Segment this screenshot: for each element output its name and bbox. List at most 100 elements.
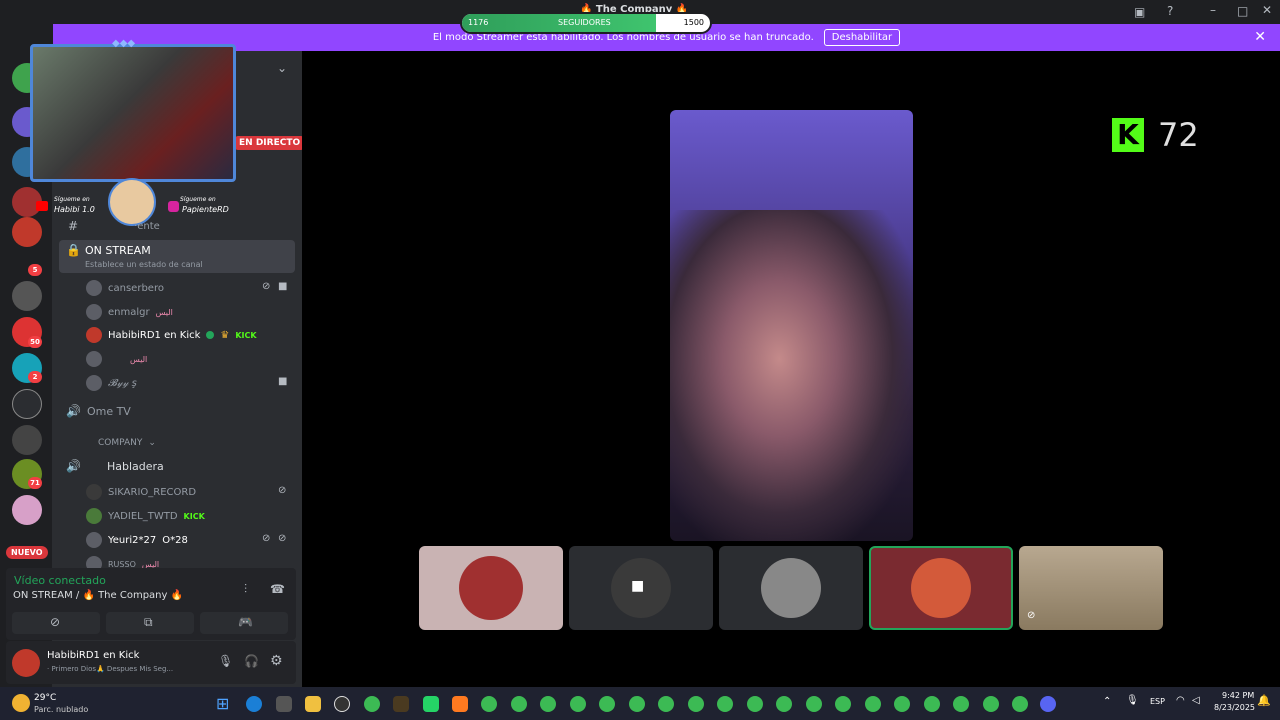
title-bar: 🔥 The Company 🔥 1176 SEGUIDORES 1500 ▣ ?… — [0, 0, 1280, 34]
voice-channel-ome-tv[interactable]: 🔊 Ome TV — [66, 404, 131, 418]
chrome-icon[interactable] — [1012, 696, 1028, 712]
member-name: YADIEL_TWTD — [108, 510, 178, 522]
chrome-icon[interactable] — [865, 696, 881, 712]
chrome-icon[interactable] — [835, 696, 851, 712]
chrome-icon[interactable] — [953, 696, 969, 712]
microphone-icon[interactable]: 🎙 — [1126, 695, 1139, 706]
chevron-up-icon[interactable]: ⌃ — [1103, 696, 1111, 707]
server-icon[interactable] — [12, 495, 42, 525]
camera-icon: ■ — [278, 376, 288, 387]
activities-button[interactable]: 🎮 — [200, 612, 288, 634]
voice-channel-habladera[interactable]: 🔊 Habladera — [66, 459, 164, 473]
camera-off-button[interactable]: ⊘ — [12, 612, 100, 634]
chrome-icon[interactable] — [658, 696, 674, 712]
online-icon — [206, 331, 215, 339]
start-icon[interactable]: ⊞ — [216, 694, 229, 713]
frame-ornament-icon: ◆◆◆ — [112, 38, 136, 49]
volume-icon[interactable]: ◁ — [1192, 695, 1200, 706]
member-item[interactable]: SIKARIO_RECORD — [86, 484, 196, 500]
avatar — [911, 558, 971, 618]
follow-label: Sígueme en — [180, 196, 216, 203]
chrome-icon[interactable] — [924, 696, 940, 712]
clock-time[interactable]: 9:42 PM — [1222, 691, 1254, 700]
avatar — [86, 484, 102, 500]
participant-tile[interactable]: ■ — [569, 546, 713, 630]
participant-tile[interactable]: ⊘ — [1019, 546, 1163, 630]
channel-status[interactable]: Establece un estado de canal — [85, 260, 203, 269]
avatar — [761, 558, 821, 618]
close-icon[interactable]: ✕ — [1262, 3, 1272, 17]
chrome-icon[interactable] — [806, 696, 822, 712]
share-screen-button[interactable]: ⧉ — [106, 612, 194, 634]
wifi-icon[interactable]: ◠ — [1176, 695, 1185, 706]
chrome-icon[interactable] — [629, 696, 645, 712]
speaker-icon: 🔊 — [66, 459, 81, 473]
file-explorer-icon[interactable] — [305, 696, 321, 712]
channel-item[interactable]: # ·ente — [68, 219, 160, 233]
weather-icon[interactable] — [12, 694, 30, 712]
category-name: COMPANY — [98, 438, 143, 448]
chrome-icon[interactable] — [364, 696, 380, 712]
chrome-icon[interactable] — [511, 696, 527, 712]
avatar[interactable] — [12, 649, 40, 677]
voice-channel-on-stream[interactable]: 🔒 ON STREAM Establece un estado de canal — [59, 240, 295, 273]
notification-icon[interactable]: 🔔 — [1257, 694, 1271, 707]
camera-off-icon: ⊘ — [50, 615, 61, 629]
member-item[interactable]: enmalgr اليس — [86, 304, 173, 320]
member-tag: O*28 — [162, 534, 188, 546]
disable-streamer-button[interactable]: Deshabilitar — [823, 29, 901, 46]
chrome-icon[interactable] — [717, 696, 733, 712]
member-name: Yeuri2*27 — [108, 534, 157, 546]
microphone-icon[interactable]: 🎙 — [218, 654, 233, 668]
chrome-icon[interactable] — [688, 696, 704, 712]
chrome-icon[interactable] — [747, 696, 763, 712]
member-item[interactable]: 𝓑𝓎𝓎 ş — [86, 375, 137, 391]
followers-current: 1176 — [468, 18, 489, 27]
member-item[interactable]: YADIEL_TWTD KICK — [86, 508, 205, 524]
chevron-down-icon[interactable]: ⌄ — [277, 61, 287, 75]
gear-icon[interactable]: ⚙ — [270, 653, 283, 669]
maximize-icon[interactable]: □ — [1237, 4, 1248, 18]
camera-icon: ■ — [278, 281, 288, 292]
category-company[interactable]: COMPANY ⌄ — [70, 438, 156, 448]
edge-icon[interactable] — [246, 696, 262, 712]
help-icon[interactable]: ? — [1167, 4, 1173, 18]
instagram-icon — [168, 201, 179, 212]
gamepad-icon: 🎮 — [238, 615, 253, 629]
participant-tile[interactable] — [719, 546, 863, 630]
member-item[interactable]: HabibiRD1 en Kick ♛ KICK — [86, 327, 257, 343]
member-item[interactable]: Yeuri2*27 O*28 — [86, 532, 188, 548]
discord-icon[interactable] — [1040, 696, 1056, 712]
member-item[interactable]: اليس — [86, 351, 147, 367]
minimize-icon[interactable]: – — [1210, 3, 1216, 17]
chrome-icon[interactable] — [570, 696, 586, 712]
disconnect-icon[interactable]: ☎ — [270, 582, 285, 596]
server-icon[interactable] — [12, 425, 42, 455]
chrome-icon[interactable] — [481, 696, 497, 712]
chrome-icon[interactable] — [776, 696, 792, 712]
whatsapp-icon[interactable] — [423, 696, 439, 712]
voice-location[interactable]: ON STREAM / 🔥 The Company 🔥 — [13, 590, 183, 601]
close-icon[interactable]: ✕ — [1254, 29, 1266, 45]
headphones-icon[interactable]: 🎧 — [244, 654, 259, 668]
member-item[interactable]: canserbero — [86, 280, 164, 296]
deafened-icon: ⊘ — [278, 533, 287, 544]
chrome-icon[interactable] — [599, 696, 615, 712]
server-icon[interactable] — [12, 389, 42, 419]
chrome-icon[interactable] — [983, 696, 999, 712]
clock-date[interactable]: 8/23/2025 — [1214, 703, 1255, 712]
app-icon[interactable] — [393, 696, 409, 712]
app-icon[interactable] — [276, 696, 292, 712]
participant-tile[interactable] — [419, 546, 563, 630]
language-indicator[interactable]: ESP — [1150, 697, 1165, 706]
app-icon[interactable] — [452, 696, 468, 712]
inbox-icon[interactable]: ▣ — [1134, 5, 1145, 19]
weather-temp: 29°C — [34, 693, 57, 703]
soundboard-icon[interactable]: ⫶ — [244, 582, 247, 597]
obs-icon[interactable] — [334, 696, 350, 712]
participant-tile-speaking[interactable] — [869, 546, 1013, 630]
server-icon[interactable] — [12, 281, 42, 311]
chrome-icon[interactable] — [894, 696, 910, 712]
chrome-icon[interactable] — [540, 696, 556, 712]
main-video-feed[interactable] — [670, 110, 913, 541]
